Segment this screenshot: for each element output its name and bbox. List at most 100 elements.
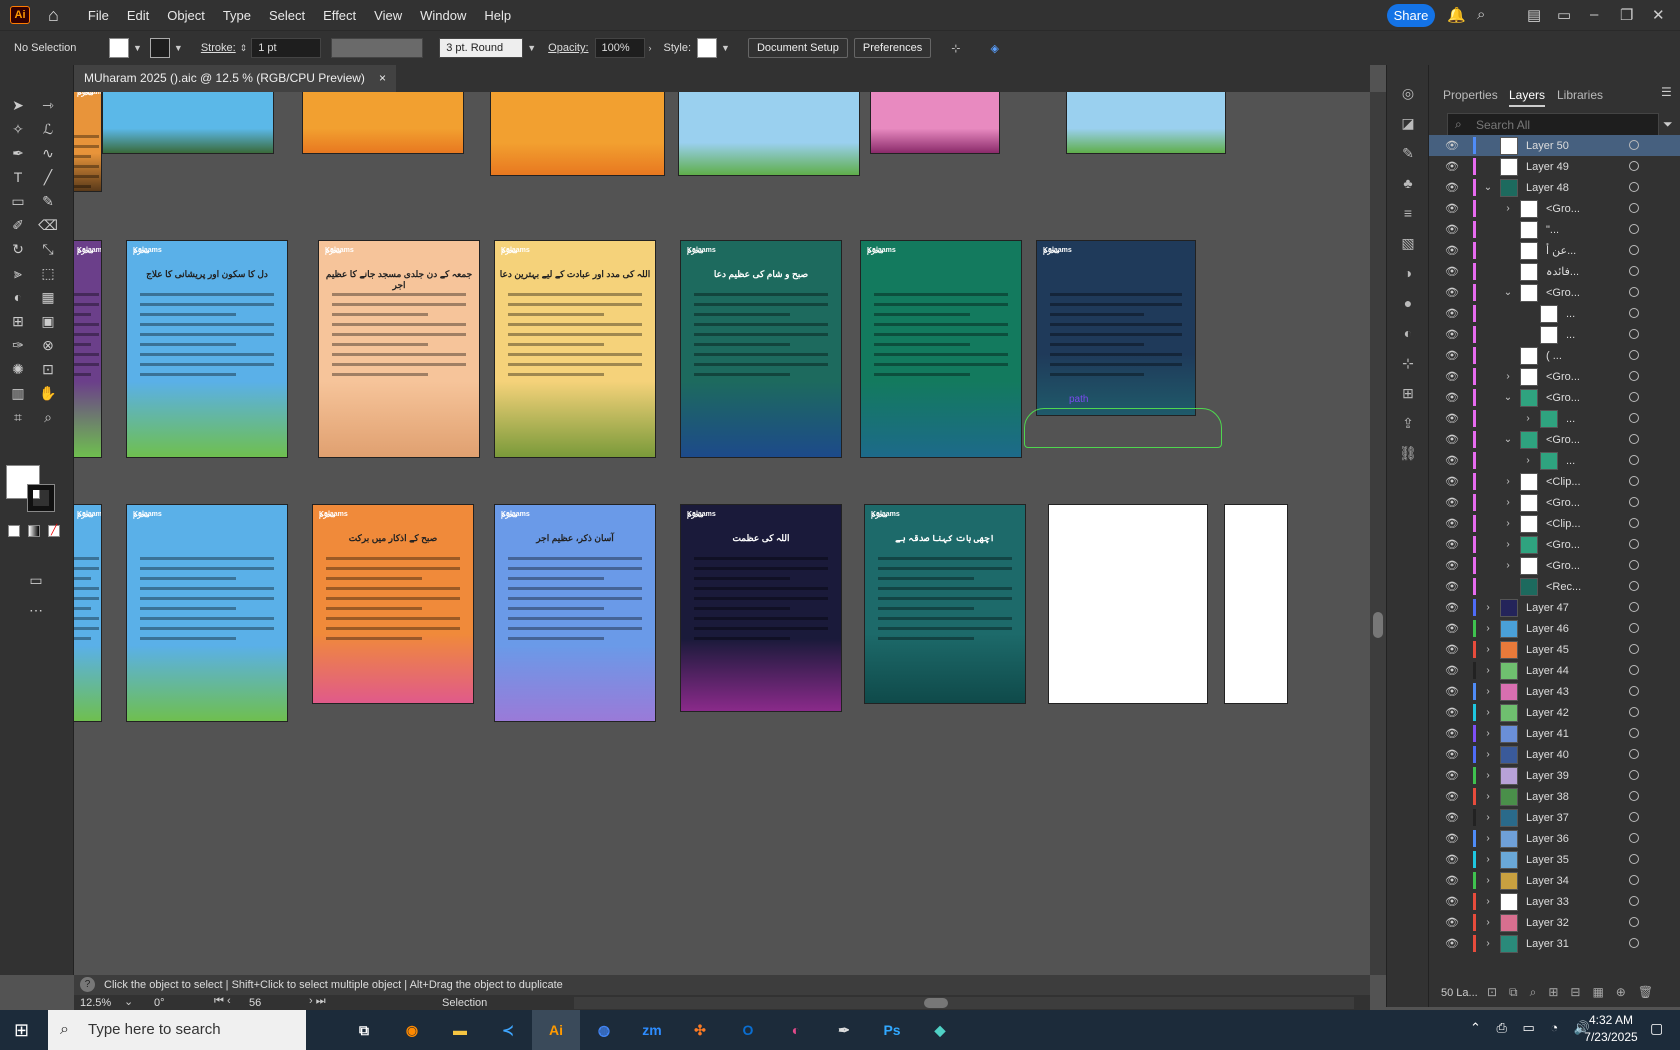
layer-row[interactable]: 👁 › <Gro... (1429, 366, 1680, 387)
slice-tool-icon[interactable]: ⌗ (8, 407, 28, 427)
layer-row[interactable]: 👁 › Layer 33 (1429, 891, 1680, 912)
color-mode-icon[interactable] (8, 525, 20, 537)
layer-row[interactable]: 👁 › Layer 34 (1429, 870, 1680, 891)
rotate-tool-icon[interactable]: ↻ (8, 239, 28, 259)
layer-row[interactable]: 👁 › Layer 38 (1429, 786, 1680, 807)
artboard[interactable]: Kalaamsمحرّم (1224, 504, 1288, 704)
next-artboard-icon[interactable]: › ⏭ (309, 995, 326, 1008)
artboard[interactable]: Kalaams محرّم آسان ذکر، عظیم اجر (494, 504, 656, 722)
tab-properties[interactable]: Properties (1443, 83, 1498, 107)
chevron-right-icon[interactable]: › (1482, 728, 1494, 739)
tab-layers[interactable]: Layers (1509, 83, 1546, 107)
target-ring-icon[interactable] (1629, 140, 1639, 150)
visibility-eye-icon[interactable]: 👁 (1445, 727, 1459, 740)
visibility-eye-icon[interactable]: 👁 (1445, 244, 1459, 257)
taskbar-clock[interactable]: 4:32 AM 7/23/2025 (1576, 1013, 1646, 1044)
brushes-icon[interactable]: ✎ (1398, 143, 1418, 163)
canvas[interactable]: KalaamsمحرّمKalaamsمحرّمKalaamsمحرّمدل ک… (74, 92, 1370, 975)
target-ring-icon[interactable] (1629, 245, 1639, 255)
brush-definition-field[interactable]: 3 pt. Round (439, 38, 524, 58)
artboard[interactable]: Kalaamsمحرّم (74, 504, 102, 722)
target-ring-icon[interactable] (1629, 560, 1639, 570)
visibility-eye-icon[interactable]: 👁 (1445, 517, 1459, 530)
transparency-icon[interactable]: ◑ (1398, 263, 1418, 283)
layer-row[interactable]: 👁›Layer 30 (1429, 954, 1680, 955)
tab-libraries[interactable]: Libraries (1557, 83, 1603, 107)
chevron-right-icon[interactable]: › (1482, 686, 1494, 697)
layer-name[interactable]: Layer 44 (1526, 665, 1596, 677)
document-setup-button[interactable]: Document Setup (747, 38, 848, 58)
gradient-mode-icon[interactable] (28, 525, 40, 537)
layer-name[interactable]: Layer 33 (1526, 896, 1596, 908)
layer-name[interactable]: Layer 50 (1526, 140, 1596, 152)
chevron-right-icon[interactable]: › (1482, 896, 1494, 907)
share-button[interactable]: Share (1387, 4, 1435, 27)
target-ring-icon[interactable] (1629, 749, 1639, 759)
stroke-label[interactable]: Stroke: (201, 42, 236, 54)
shape-builder-tool-icon[interactable]: ◐ (8, 287, 28, 307)
file-explorer-icon[interactable]: ▬ (436, 1010, 484, 1050)
target-ring-icon[interactable] (1629, 413, 1639, 423)
layer-name[interactable]: <Gro... (1546, 392, 1616, 404)
windows-start-icon[interactable]: ⊞ (14, 1020, 34, 1040)
visibility-eye-icon[interactable]: 👁 (1445, 433, 1459, 446)
chevron-right-icon[interactable]: › (1482, 791, 1494, 802)
visibility-eye-icon[interactable]: 👁 (1445, 685, 1459, 698)
target-ring-icon[interactable] (1629, 602, 1639, 612)
task-view-icon[interactable]: ⧉ (340, 1010, 388, 1050)
layer-name[interactable]: ( ... (1546, 350, 1616, 362)
layer-row[interactable]: 👁 › Layer 37 (1429, 807, 1680, 828)
visibility-eye-icon[interactable]: 👁 (1445, 769, 1459, 782)
layer-name[interactable]: Layer 42 (1526, 707, 1596, 719)
fill-swatch[interactable] (109, 38, 129, 58)
lasso-tool-icon[interactable]: ℒ (38, 119, 58, 139)
illustrator-icon[interactable]: Ai (532, 1010, 580, 1050)
stroke-weight-field[interactable]: 1 pt (251, 38, 322, 58)
menu-help[interactable]: Help (475, 8, 520, 23)
variable-width-profile[interactable] (331, 38, 424, 58)
layer-row[interactable]: 👁 <Rec... (1429, 576, 1680, 597)
vertical-scrollbar[interactable] (1370, 92, 1386, 975)
layer-row[interactable]: 👁 › Layer 41 (1429, 723, 1680, 744)
vertical-scroll-thumb[interactable] (1373, 612, 1383, 638)
target-ring-icon[interactable] (1629, 497, 1639, 507)
layer-name[interactable]: Layer 37 (1526, 812, 1596, 824)
layer-name[interactable]: ... (1566, 329, 1636, 341)
photoshop-icon[interactable]: Ps (868, 1010, 916, 1050)
chevron-down-icon[interactable]: ▼ (527, 43, 536, 53)
artboard-number[interactable]: 56 (249, 997, 261, 1009)
layer-name[interactable]: <Gro... (1546, 539, 1616, 551)
menu-view[interactable]: View (365, 8, 411, 23)
layer-name[interactable]: ... (1566, 455, 1636, 467)
chevron-right-icon[interactable]: › (1522, 413, 1534, 424)
artboard[interactable]: Kalaamsمحرّم (1048, 504, 1208, 704)
layer-row[interactable]: 👁 › Layer 42 (1429, 702, 1680, 723)
layer-row[interactable]: 👁 › Layer 44 (1429, 660, 1680, 681)
layer-row[interactable]: 👁 ⌄ <Gro... (1429, 282, 1680, 303)
layer-name[interactable]: Layer 40 (1526, 749, 1596, 761)
menu-object[interactable]: Object (158, 8, 214, 23)
layer-row[interactable]: 👁 › Layer 31 (1429, 933, 1680, 954)
scale-tool-icon[interactable]: ⤡ (38, 239, 58, 259)
visibility-eye-icon[interactable]: 👁 (1445, 874, 1459, 887)
pen-app-icon[interactable]: ✒ (820, 1010, 868, 1050)
layer-name[interactable]: Layer 46 (1526, 623, 1596, 635)
zoom-level[interactable]: 12.5% (80, 997, 111, 1009)
target-ring-icon[interactable] (1629, 518, 1639, 528)
visibility-eye-icon[interactable]: 👁 (1445, 853, 1459, 866)
transform-icon[interactable]: ⊹ (1398, 353, 1418, 373)
artboard[interactable]: Kalaamsمحرّم (126, 504, 288, 722)
mesh-tool-icon[interactable]: ⊞ (8, 311, 28, 331)
layer-row[interactable]: 👁... (1429, 324, 1680, 345)
layer-row[interactable]: 👁 › Layer 40 (1429, 744, 1680, 765)
chevron-right-icon[interactable]: › (1482, 602, 1494, 613)
target-ring-icon[interactable] (1629, 308, 1639, 318)
layer-row[interactable]: 👁 › <Gro... (1429, 492, 1680, 513)
layer-row[interactable]: 👁 › Layer 47 (1429, 597, 1680, 618)
layer-name[interactable]: Layer 43 (1526, 686, 1596, 698)
visibility-eye-icon[interactable]: 👁 (1445, 412, 1459, 425)
free-transform-tool-icon[interactable]: ⬚ (38, 263, 58, 283)
layer-name[interactable]: Layer 41 (1526, 728, 1596, 740)
color-icon[interactable]: ● (1398, 293, 1418, 313)
target-ring-icon[interactable] (1629, 287, 1639, 297)
